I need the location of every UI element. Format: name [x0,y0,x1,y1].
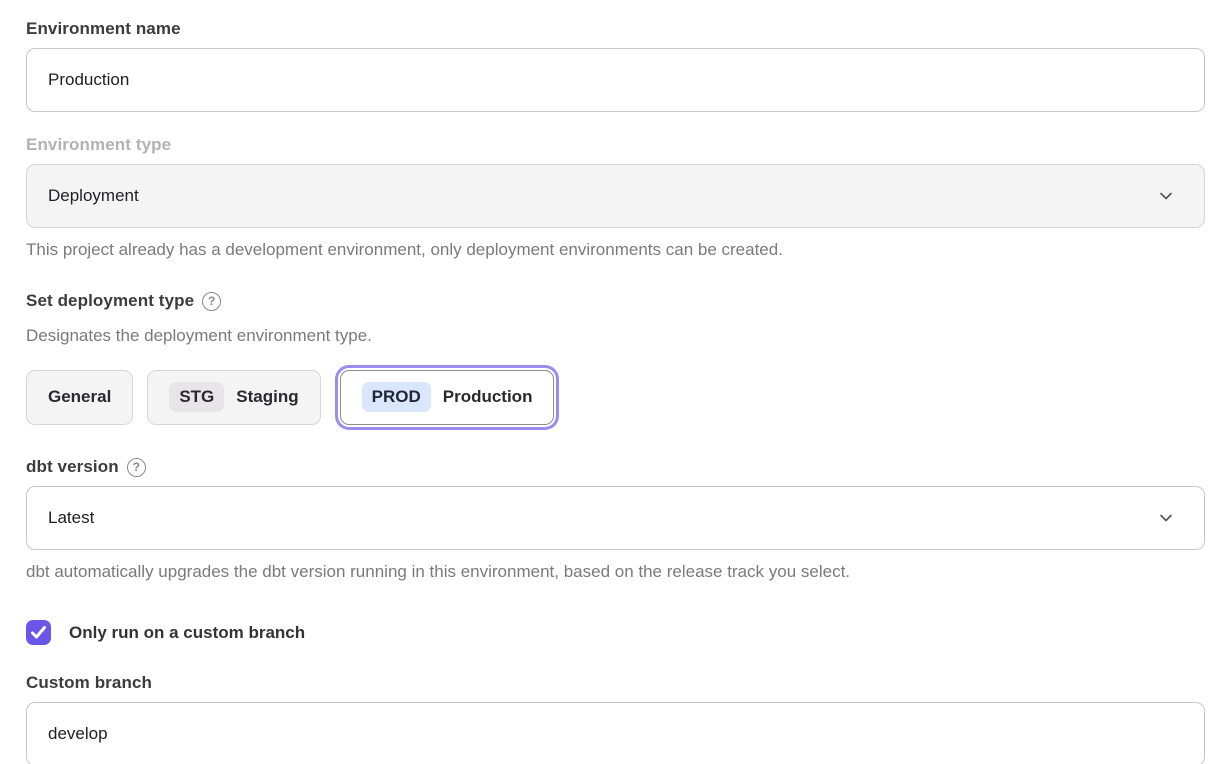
deployment-type-label: Set deployment type [26,290,194,312]
deployment-type-production-label: Production [443,387,533,407]
deployment-type-options: General STG Staging PROD Production [26,364,1205,430]
environment-name-label: Environment name [26,18,1205,40]
chevron-down-icon [1157,509,1175,527]
chevron-down-icon [1157,187,1175,205]
help-question-icon[interactable]: ? [202,292,221,311]
deployment-type-general-button[interactable]: General [26,370,133,425]
custom-branch-input[interactable] [26,702,1205,764]
production-badge: PROD [362,382,431,412]
deployment-type-general-label: General [48,387,111,407]
environment-type-label: Environment type [26,134,1205,156]
checkmark-icon [31,626,46,639]
help-question-icon[interactable]: ? [127,458,146,477]
environment-name-input[interactable] [26,48,1205,112]
deployment-type-production-button[interactable]: PROD Production [340,370,555,425]
deployment-type-helper: Designates the deployment environment ty… [26,325,1205,347]
custom-branch-toggle-row: Only run on a custom branch [26,620,1205,645]
dbt-version-select[interactable]: Latest [26,486,1205,550]
environment-type-helper: This project already has a development e… [26,239,1205,261]
dbt-version-value: Latest [48,508,94,528]
custom-branch-checkbox[interactable] [26,620,51,645]
custom-branch-label: Custom branch [26,672,1205,694]
custom-branch-toggle-label[interactable]: Only run on a custom branch [69,623,305,643]
deployment-type-staging-label: Staging [236,387,298,407]
dbt-version-helper: dbt automatically upgrades the dbt versi… [26,561,1205,583]
environment-settings-form: Environment name Environment type Deploy… [0,0,1228,764]
staging-badge: STG [169,382,224,412]
deployment-type-staging-button[interactable]: STG Staging [147,370,320,425]
environment-type-select[interactable]: Deployment [26,164,1205,228]
dbt-version-label: dbt version [26,456,119,478]
environment-type-value: Deployment [48,186,139,206]
